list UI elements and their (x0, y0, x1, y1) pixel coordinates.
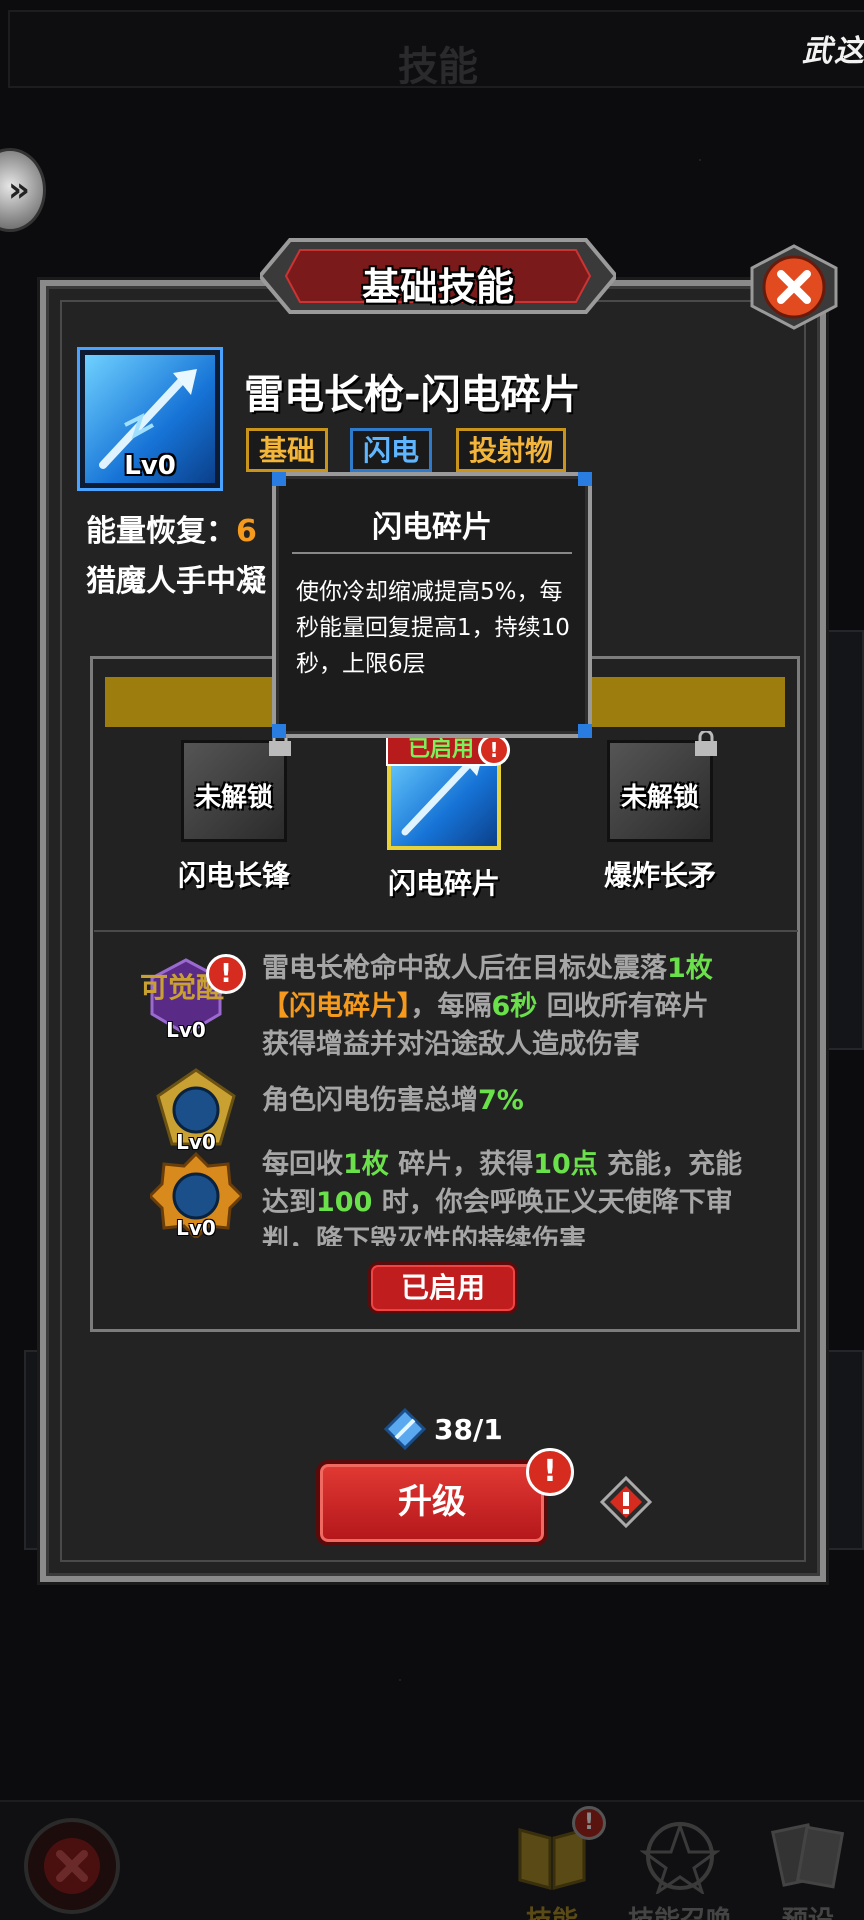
upgrade-cost: 38/1 (384, 1406, 503, 1452)
dialog-title: 基础技能 (361, 265, 514, 309)
close-button[interactable] (748, 244, 840, 330)
effect-description: 雷电长枪命中敌人后在目标处震落1枚 【闪电碎片】，每隔6秒 回收所有碎片 获得增… (262, 953, 713, 1060)
effect-level: Lv0 (176, 1216, 216, 1240)
blue-medal: Lv0 (150, 1066, 242, 1154)
option-label: 闪电碎片 (387, 867, 500, 900)
option-status: 未解锁 (194, 783, 273, 813)
effect-row-awaken: 可觉醒 Lv0 ! 雷电长枪命中敌人后在目标处震落1枚 【闪电碎片】，每隔6秒 … (140, 950, 780, 1070)
bottom-close-button[interactable] (24, 1818, 120, 1914)
alert-icon: ! (572, 1806, 606, 1840)
background-card-right-lower (820, 1350, 864, 1550)
effect-description: 角色闪电伤害总增7% (262, 1085, 524, 1116)
energy-recovery: 能量恢复：6 (86, 506, 257, 550)
option-explosive-spear[interactable]: 未解锁 爆炸长矛 (570, 731, 750, 894)
skill-description: 猎魔人手中凝 (86, 564, 266, 599)
tooltip-title: 闪电碎片 (372, 510, 492, 545)
top-right-tab[interactable]: 武这 (802, 26, 864, 70)
double-chevron-icon: » (8, 170, 30, 210)
tag-lightning: 闪电 (350, 428, 433, 472)
option-status: 未解锁 (620, 783, 699, 813)
alert-icon: ! (526, 1448, 574, 1496)
alert-icon: ! (206, 954, 246, 994)
nav-label: 技能 (492, 1900, 612, 1920)
divider (94, 930, 798, 932)
nav-preset[interactable]: 预设 (748, 1818, 864, 1920)
skill-name: 雷电长枪-闪电碎片 (244, 372, 581, 418)
page-title: 技能 (398, 44, 478, 90)
alert-icon: ! (478, 734, 510, 766)
tooltip-divider (292, 552, 572, 554)
close-icon (44, 1838, 100, 1894)
energy-label: 能量恢复： (86, 514, 236, 549)
warning-diamond-icon[interactable] (600, 1476, 652, 1528)
pentagram-icon (639, 1821, 721, 1896)
dialog-banner: 基础技能 (260, 230, 616, 322)
energy-value: 6 (236, 514, 257, 549)
nav-skill-summon[interactable]: 技能召唤 (620, 1818, 740, 1920)
bottom-nav: 技能 ! 技能召唤 预设 (0, 1800, 864, 1920)
upgrade-button[interactable]: 升级 (316, 1460, 548, 1546)
lock-icon (695, 731, 717, 756)
enabled-button[interactable]: 已启用 (368, 1262, 518, 1314)
nav-label: 预设 (748, 1900, 864, 1920)
shard-icon (384, 1408, 426, 1450)
option-label: 爆炸长矛 (603, 859, 716, 892)
tag-projectile: 投射物 (456, 428, 567, 472)
effect-level: Lv0 (166, 1018, 206, 1042)
skill-icon: Lv0 (80, 350, 220, 488)
skill-level: Lv0 (124, 451, 176, 481)
option-label: 闪电长锋 (177, 859, 290, 892)
gold-medal: Lv0 (147, 1151, 245, 1241)
tag-base: 基础 (246, 428, 329, 472)
nav-label: 技能召唤 (620, 1900, 740, 1920)
cards-icon (771, 1823, 845, 1889)
effect-tooltip: 闪电碎片 使你冷却缩减提高5%，每秒能量回复提高1，持续10秒，上限6层 (272, 472, 592, 738)
background-card-right (820, 630, 864, 1050)
tooltip-body: 使你冷却缩减提高5%，每秒能量回复提高1，持续10秒，上限6层 (296, 579, 570, 677)
option-lightning-blade[interactable]: 未解锁 闪电长锋 (144, 731, 324, 894)
cost-value: 38/1 (434, 1412, 503, 1446)
top-header-bar: 技能 武这 (8, 10, 864, 90)
effect-row-judgement: Lv0 每回收1枚 碎片，获得10点 充能，充能 达到100 时，你会呼唤正义天… (140, 1146, 780, 1246)
effect-description: 每回收1枚 碎片，获得10点 充能，充能 达到100 时，你会呼唤正义天使降下审… (262, 1149, 743, 1246)
